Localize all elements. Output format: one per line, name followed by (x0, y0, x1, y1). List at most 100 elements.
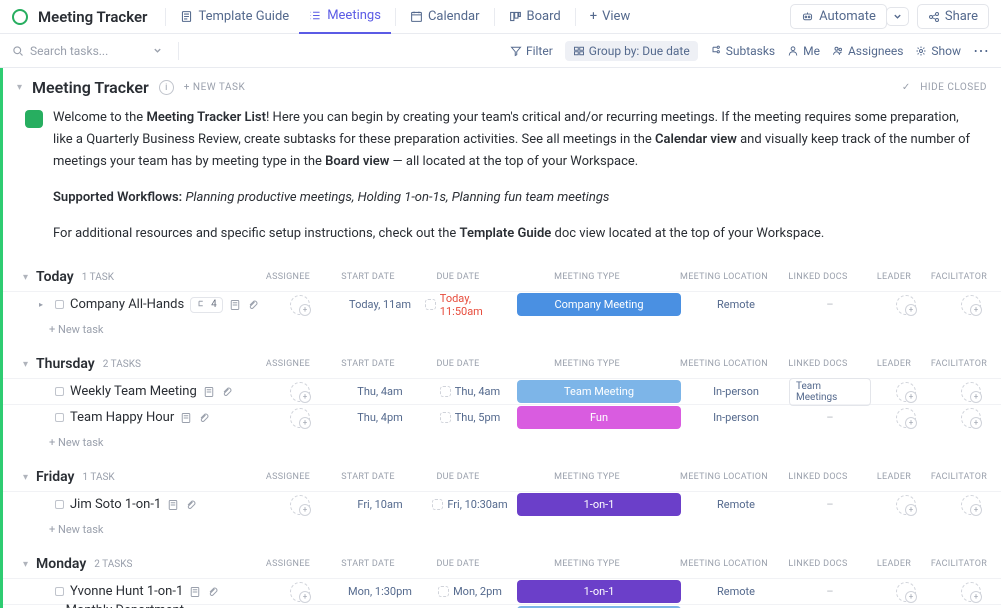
col-meeting-type[interactable]: MEETING TYPE (503, 472, 671, 482)
col-linked-docs[interactable]: LINKED DOCS (777, 272, 859, 282)
status-dot[interactable] (55, 413, 64, 422)
group-name[interactable]: Monday (36, 556, 86, 572)
automate-button[interactable]: Automate (790, 4, 887, 29)
search-input[interactable]: Search tasks... (12, 44, 162, 58)
leader-add[interactable] (896, 295, 916, 315)
col-linked-docs[interactable]: LINKED DOCS (777, 472, 859, 482)
automate-dropdown[interactable] (886, 7, 909, 26)
col-assignee[interactable]: ASSIGNEE (253, 472, 323, 482)
location-cell[interactable]: In-person (683, 385, 789, 398)
filter-button[interactable]: Filter (510, 44, 553, 58)
chevron-down-icon[interactable]: ▾ (23, 559, 28, 570)
attachment-icon[interactable] (247, 299, 259, 311)
leader-add[interactable] (896, 408, 916, 428)
facilitator-add[interactable] (961, 495, 981, 515)
group-by-button[interactable]: Group by: Due date (565, 41, 698, 61)
group-name[interactable]: Friday (36, 469, 74, 485)
col-linked-docs[interactable]: LINKED DOCS (777, 559, 859, 569)
group-name[interactable]: Today (36, 269, 74, 285)
col-due-date[interactable]: DUE DATE (413, 559, 503, 569)
due-date-cell[interactable]: Mon, 2pm (425, 585, 515, 598)
tab-calendar[interactable]: Calendar (400, 0, 490, 34)
col-meeting-location[interactable]: MEETING LOCATION (671, 472, 777, 482)
task-row[interactable]: Yvonne Hunt 1-on-1 Mon, 1:30pm Mon, 2pm … (3, 578, 1001, 604)
doc-icon[interactable] (229, 299, 241, 311)
linked-doc-tag[interactable]: Team Meetings (789, 378, 871, 406)
share-button[interactable]: Share (917, 4, 989, 29)
doc-icon[interactable] (167, 499, 179, 511)
location-cell[interactable]: In-person (683, 411, 789, 424)
col-start-date[interactable]: START DATE (323, 272, 413, 282)
due-date-cell[interactable]: Today, 11:50am (425, 292, 515, 318)
meeting-type-pill[interactable]: Team Meeting (517, 380, 681, 403)
task-name[interactable]: Company All-Hands (70, 297, 184, 312)
attachment-icon[interactable] (198, 412, 210, 424)
col-assignee[interactable]: ASSIGNEE (253, 359, 323, 369)
me-button[interactable]: Me (787, 44, 820, 58)
new-task-header-button[interactable]: + NEW TASK (184, 82, 245, 93)
col-start-date[interactable]: START DATE (323, 472, 413, 482)
col-assignee[interactable]: ASSIGNEE (253, 559, 323, 569)
chevron-down-icon[interactable]: ▾ (17, 82, 22, 93)
chevron-down-icon[interactable]: ▾ (23, 272, 28, 283)
assignees-button[interactable]: Assignees (832, 44, 903, 58)
expand-icon[interactable]: ▸ (39, 300, 49, 309)
assignee-add[interactable] (290, 495, 310, 515)
chevron-down-icon[interactable]: ▾ (23, 472, 28, 483)
task-name[interactable]: Monthly Department All-Hands (66, 603, 197, 608)
col-leader[interactable]: LEADER (859, 359, 929, 369)
tab-add-view[interactable]: + View (580, 0, 641, 34)
leader-add[interactable] (896, 382, 916, 402)
col-meeting-type[interactable]: MEETING TYPE (503, 359, 671, 369)
col-meeting-type[interactable]: MEETING TYPE (503, 559, 671, 569)
group-name[interactable]: Thursday (36, 356, 95, 372)
status-dot[interactable] (55, 587, 64, 596)
task-row[interactable]: ▸ Monthly Department All-Hands 4 Mon, 9a… (3, 604, 1001, 608)
col-meeting-location[interactable]: MEETING LOCATION (671, 359, 777, 369)
task-row[interactable]: ▸ Company All-Hands 4 Today, 11am Today,… (3, 291, 1001, 317)
due-date-cell[interactable]: Fri, 10:30am (425, 498, 515, 511)
col-meeting-type[interactable]: MEETING TYPE (503, 272, 671, 282)
col-meeting-location[interactable]: MEETING LOCATION (671, 272, 777, 282)
task-row[interactable]: Team Happy Hour Thu, 4pm Thu, 5pm Fun In… (3, 404, 1001, 430)
chevron-down-icon[interactable]: ▾ (23, 359, 28, 370)
col-meeting-location[interactable]: MEETING LOCATION (671, 559, 777, 569)
col-facilitator[interactable]: FACILITATOR (929, 359, 989, 369)
meeting-type-pill[interactable]: Company Meeting (517, 293, 681, 316)
doc-icon[interactable] (189, 586, 201, 598)
facilitator-add[interactable] (961, 408, 981, 428)
col-leader[interactable]: LEADER (859, 272, 929, 282)
col-due-date[interactable]: DUE DATE (413, 272, 503, 282)
attachment-icon[interactable] (221, 386, 233, 398)
assignee-add[interactable] (290, 582, 310, 602)
task-name[interactable]: Yvonne Hunt 1-on-1 (70, 584, 183, 599)
facilitator-add[interactable] (961, 582, 981, 602)
hide-closed-toggle[interactable]: HIDE CLOSED (920, 82, 987, 93)
assignee-add[interactable] (290, 408, 310, 428)
tab-meetings[interactable]: Meetings (299, 0, 391, 34)
task-row[interactable]: Jim Soto 1-on-1 Fri, 10am Fri, 10:30am 1… (3, 491, 1001, 517)
start-date-cell[interactable]: Today, 11am (335, 298, 425, 311)
due-date-cell[interactable]: Thu, 5pm (425, 411, 515, 424)
assignee-add[interactable] (290, 382, 310, 402)
subtasks-button[interactable]: Subtasks (710, 44, 775, 58)
task-name[interactable]: Jim Soto 1-on-1 (70, 497, 161, 512)
more-menu[interactable]: ⋯ (973, 41, 989, 60)
location-cell[interactable]: Remote (683, 585, 789, 598)
col-due-date[interactable]: DUE DATE (413, 359, 503, 369)
status-dot[interactable] (55, 387, 64, 396)
facilitator-add[interactable] (961, 382, 981, 402)
col-facilitator[interactable]: FACILITATOR (929, 559, 989, 569)
start-date-cell[interactable]: Mon, 1:30pm (335, 585, 425, 598)
col-start-date[interactable]: START DATE (323, 559, 413, 569)
status-dot[interactable] (55, 500, 64, 509)
attachment-icon[interactable] (185, 499, 197, 511)
meeting-type-pill[interactable]: 1-on-1 (517, 493, 681, 516)
tab-board[interactable]: Board (499, 0, 571, 34)
start-date-cell[interactable]: Fri, 10am (335, 498, 425, 511)
location-cell[interactable]: Remote (683, 498, 789, 511)
task-name[interactable]: Weekly Team Meeting (70, 384, 197, 399)
subtask-count-badge[interactable]: 4 (190, 297, 223, 313)
task-row[interactable]: Weekly Team Meeting Thu, 4am Thu, 4am Te… (3, 378, 1001, 404)
col-facilitator[interactable]: FACILITATOR (929, 472, 989, 482)
